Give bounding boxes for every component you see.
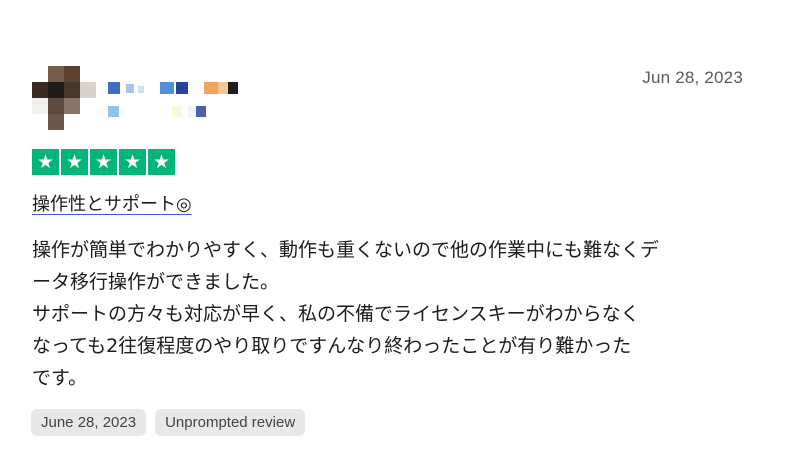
review-body-line: ータ移行操作ができました。 (32, 271, 280, 293)
star-icon: ★ (32, 149, 59, 175)
star-icon: ★ (90, 149, 117, 175)
star-icon: ★ (61, 149, 88, 175)
review-body-line: サポートの方々も対応が早く、私の不備でライセンスキーがわからなく (32, 303, 640, 325)
star-icon: ★ (148, 149, 175, 175)
star-icon: ★ (119, 149, 146, 175)
review-chips: June 28, 2023 Unprompted review (31, 409, 306, 436)
reviewer-name-redacted (108, 80, 248, 118)
experience-date-chip: June 28, 2023 (31, 409, 147, 436)
review-body-line: です。 (32, 367, 88, 389)
review-title-link[interactable]: 操作性とサポート◎ (32, 190, 192, 216)
star-rating: ★ ★ ★ ★ ★ (32, 149, 175, 175)
avatar[interactable] (32, 66, 96, 130)
review-date: Jun 28, 2023 (642, 68, 743, 87)
review-body: 操作が簡単でわかりやすく、動作も重くないので他の作業中にも難なくデ ータ移行操作… (32, 234, 752, 394)
unprompted-review-chip[interactable]: Unprompted review (155, 409, 306, 436)
review-body-line: 操作が簡単でわかりやすく、動作も重くないので他の作業中にも難なくデ (32, 239, 660, 261)
review-body-line: なっても2往復程度のやり取りですんなり終わったことが有り難かった (32, 335, 632, 357)
